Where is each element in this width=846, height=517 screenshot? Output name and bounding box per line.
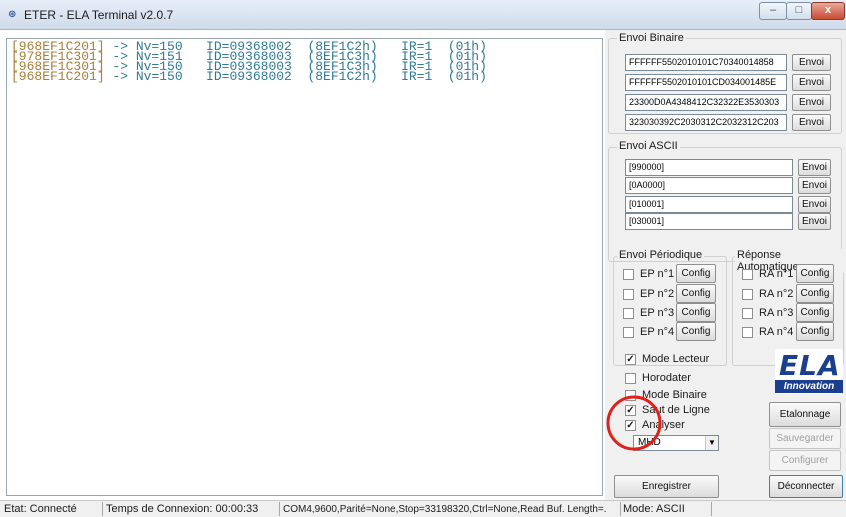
ascii-send-button[interactable]: Envoi (798, 159, 831, 176)
binary-send-input[interactable]: 323030392C2030312C2032312C203 (625, 114, 787, 131)
terminal-line: [968EF1C201] -> Nv=150 ID=09368002 (8EF1… (11, 69, 602, 84)
ra4-config-button[interactable]: Config (796, 322, 834, 341)
status-bar: Etat: Connecté Temps de Connexion: 00:00… (0, 500, 846, 517)
title-bar: ⊛ ETER - ELA Terminal v2.0.7 – □ x (0, 0, 846, 30)
ascii-send-button[interactable]: Envoi (798, 213, 831, 230)
etalonnage-button[interactable]: Etalonnage (769, 402, 841, 427)
envoi-ascii-title: Envoi ASCII (617, 140, 680, 152)
binary-send-input[interactable]: FFFFFF5502010101CD034001485E (625, 74, 787, 91)
ep4-checkbox[interactable] (623, 327, 634, 338)
ra4-checkbox[interactable] (742, 327, 753, 338)
ep1-checkbox[interactable] (623, 269, 634, 280)
ep4-label: EP n°4 (640, 326, 675, 338)
ra1-config-button[interactable]: Config (796, 264, 834, 283)
highlight-circle (606, 395, 662, 451)
terminal-line-address: [968EF1C201] (11, 69, 105, 84)
maximize-button[interactable]: □ (786, 2, 812, 20)
control-panel: Envoi Binaire FFFFFF5502010101C703400148… (605, 30, 846, 500)
ra4-label: RA n°4 (759, 326, 794, 338)
ascii-send-input[interactable]: [0A0000] (625, 177, 793, 194)
status-separator (711, 502, 712, 516)
deconnecter-button[interactable]: Déconnecter (769, 475, 843, 498)
ep3-checkbox[interactable] (623, 308, 634, 319)
sauvegarder-button[interactable]: Sauvegarder (769, 428, 841, 449)
ra2-config-button[interactable]: Config (796, 284, 834, 303)
ela-logo: ELA Innovation (775, 349, 843, 394)
ep4-config-button[interactable]: Config (676, 322, 716, 341)
ra2-checkbox[interactable] (742, 289, 753, 300)
window-title: ETER - ELA Terminal v2.0.7 (24, 8, 174, 22)
minimize-button[interactable]: – (759, 2, 787, 20)
ep1-config-button[interactable]: Config (676, 264, 716, 283)
ascii-send-input[interactable]: [010001] (625, 196, 793, 213)
status-port-settings: COM4,9600,Parité=None,Stop=33198320,Ctrl… (283, 504, 607, 515)
app-icon: ⊛ (8, 9, 17, 20)
ra1-checkbox[interactable] (742, 269, 753, 280)
ra3-config-button[interactable]: Config (796, 303, 834, 322)
ascii-send-input[interactable]: [030001] (625, 213, 793, 230)
status-separator (620, 502, 621, 516)
ra1-label: RA n°1 (759, 268, 794, 280)
chevron-down-icon: ▼ (705, 436, 718, 450)
status-separator (102, 502, 103, 516)
enregistrer-button[interactable]: Enregistrer (614, 475, 719, 498)
status-mode: Mode: ASCII (623, 503, 685, 515)
status-etat: Etat: Connecté (4, 503, 77, 515)
ascii-send-button[interactable]: Envoi (798, 196, 831, 213)
binary-send-button[interactable]: Envoi (792, 54, 831, 71)
ep3-config-button[interactable]: Config (676, 303, 716, 322)
envoi-binaire-title: Envoi Binaire (617, 32, 686, 44)
ascii-send-button[interactable]: Envoi (798, 177, 831, 194)
ela-logo-subtext: Innovation (775, 380, 843, 393)
horodater-label: Horodater (642, 372, 691, 384)
ep2-config-button[interactable]: Config (676, 284, 716, 303)
mode-lecteur-checkbox[interactable]: ✓ (625, 354, 636, 365)
close-button[interactable]: x (811, 2, 845, 20)
ra3-checkbox[interactable] (742, 308, 753, 319)
binary-send-input[interactable]: 23300D0A4348412C32322E3530303 (625, 94, 787, 111)
ascii-send-input[interactable]: [990000] (625, 159, 793, 176)
ra3-label: RA n°3 (759, 307, 794, 319)
binary-send-button[interactable]: Envoi (792, 94, 831, 111)
terminal-line-values: -> Nv=150 ID=09368002 (8EF1C2h) IR=1 (01… (104, 69, 487, 84)
ra2-label: RA n°2 (759, 288, 794, 300)
terminal-output[interactable]: [968EF1C201] -> Nv=150 ID=09368002 (8EF1… (6, 38, 603, 496)
horodater-checkbox[interactable] (625, 373, 636, 384)
ep1-label: EP n°1 (640, 268, 675, 280)
ep2-label: EP n°2 (640, 288, 675, 300)
binary-send-button[interactable]: Envoi (792, 74, 831, 91)
binary-send-button[interactable]: Envoi (792, 114, 831, 131)
binary-send-input[interactable]: FFFFFF5502010101C70340014858 (625, 54, 787, 71)
mode-lecteur-label: Mode Lecteur (642, 353, 710, 365)
ep3-label: EP n°3 (640, 307, 675, 319)
ep2-checkbox[interactable] (623, 289, 634, 300)
status-temps-connexion: Temps de Connexion: 00:00:33 (106, 503, 259, 515)
envoi-periodique-title: Envoi Périodique (617, 249, 705, 261)
configurer-button[interactable]: Configurer (769, 450, 841, 471)
ela-logo-text: ELA (779, 349, 841, 382)
status-separator (279, 502, 280, 516)
